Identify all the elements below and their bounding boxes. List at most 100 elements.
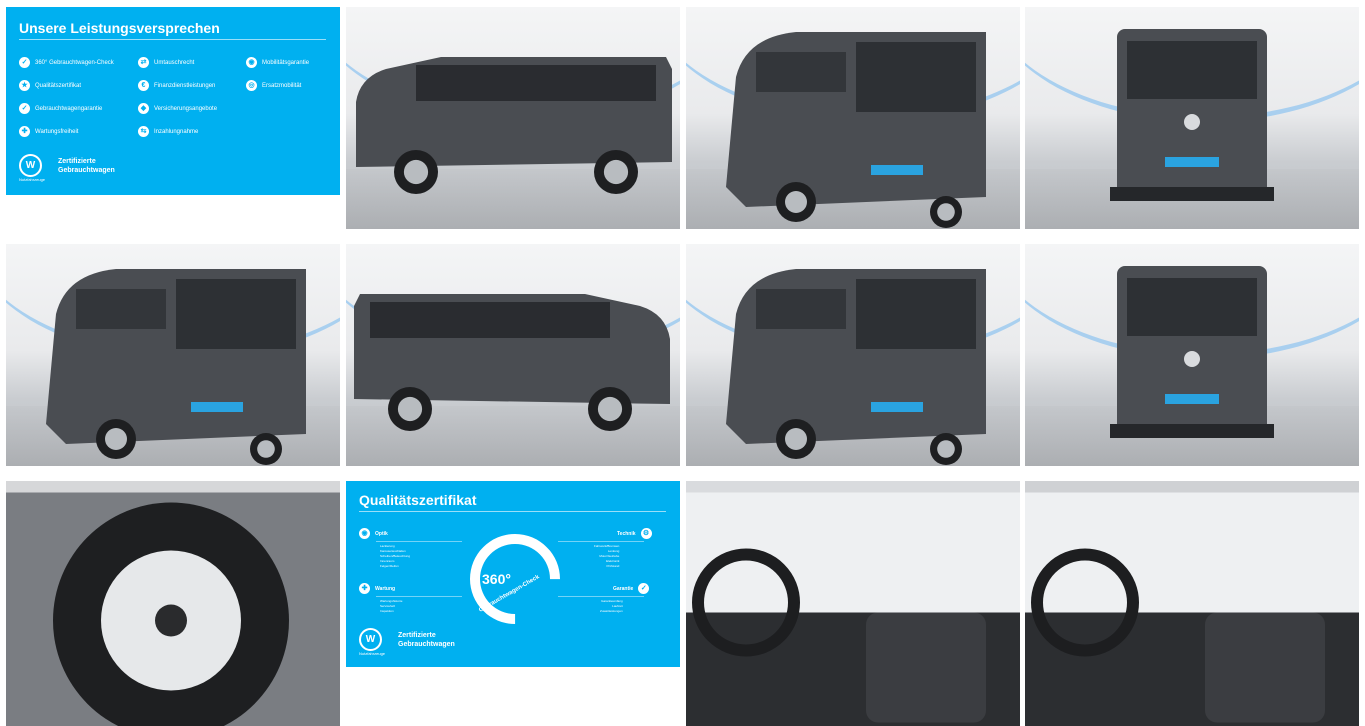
replacement-car-icon: ◎ xyxy=(246,80,257,91)
side-window xyxy=(756,52,846,92)
side-window xyxy=(76,289,166,329)
plate xyxy=(191,402,243,412)
warranty-icon: ✓ xyxy=(19,103,30,114)
section-optik: ◉ Optik xyxy=(359,528,388,539)
rim xyxy=(257,440,275,458)
plate xyxy=(1165,394,1219,404)
maintenance-icon: ✚ xyxy=(19,126,30,137)
certified-badge: Zertifizierte Gebrauchtwagen xyxy=(398,632,455,648)
hub-cap xyxy=(155,604,187,637)
bumper xyxy=(1110,424,1274,438)
feature-finance: € Finanzdienstleistungen xyxy=(138,80,215,91)
feature-certificate: ★ Qualitätszertifikat xyxy=(19,80,81,91)
feature-warranty: ✓ Gebrauchtwagengarantie xyxy=(19,103,102,114)
feature-trade-in: ⇆ Inzahlungnahme xyxy=(138,126,198,137)
photo-rear[interactable] xyxy=(1025,7,1359,229)
promo-certificate-tile[interactable]: Qualitätszertifikat 360° Gebrauchtwagen-… xyxy=(346,481,680,667)
gear-icon: ⚙ xyxy=(640,528,652,539)
van-illustration xyxy=(726,32,986,228)
window xyxy=(856,279,976,349)
rim xyxy=(785,191,807,213)
feature-mobility: ◉ Mobilitätsgarantie xyxy=(246,57,309,68)
vw-logo-block: W Nutzfahrzeuge xyxy=(359,628,385,656)
finance-icon: € xyxy=(138,80,149,91)
certificate-icon: ★ xyxy=(19,80,30,91)
wrench-icon: ✚ xyxy=(359,583,370,594)
360-ring-icon xyxy=(451,515,579,643)
vw-logo-icon: W xyxy=(359,628,382,651)
rim xyxy=(937,203,955,221)
interior-illustration xyxy=(686,492,1020,726)
window xyxy=(176,279,296,349)
window xyxy=(1127,278,1257,336)
rim xyxy=(397,396,423,422)
photo-front-three-quarter[interactable] xyxy=(686,244,1020,466)
photo-rear-three-quarter-left[interactable] xyxy=(686,7,1020,229)
rim xyxy=(785,428,807,450)
insurance-icon: ◆ xyxy=(138,103,149,114)
plate xyxy=(1165,157,1219,167)
van-illustration xyxy=(726,269,986,465)
shield-icon: ✓ xyxy=(638,583,650,594)
section-wartung: ✚ Wartung xyxy=(359,583,395,594)
rim xyxy=(105,428,127,450)
photo-rear-three-quarter-right[interactable] xyxy=(6,244,340,466)
feature-insurance: ◆ Versicherungsangebote xyxy=(138,103,217,114)
bumper xyxy=(1110,187,1274,201)
exchange-icon: ⇄ xyxy=(138,57,149,68)
seat xyxy=(866,612,986,723)
feature-replacement: ◎ Ersatzmobilität xyxy=(246,80,301,91)
side-window xyxy=(756,289,846,329)
feature-360-check: ✓ 360° Gebrauchtwagen-Check xyxy=(19,57,114,68)
360-label: 360° xyxy=(482,571,511,587)
logo-caption: Nutzfahrzeuge xyxy=(19,177,46,182)
promo-title: Unsere Leistungsversprechen xyxy=(19,20,220,36)
photo-side-left[interactable] xyxy=(346,7,680,229)
rim xyxy=(937,440,955,458)
certified-badge: Zertifizierte Gebrauchtwagen xyxy=(58,158,115,174)
promo-title: Qualitätszertifikat xyxy=(359,492,477,508)
list-wartung: Wartungshistorie Serviceheft Inspektion xyxy=(380,599,403,613)
vw-logo-block: W Nutzfahrzeuge xyxy=(19,154,45,182)
window xyxy=(370,302,610,338)
van-illustration xyxy=(1110,29,1274,201)
interior-illustration xyxy=(1025,492,1359,726)
wheel-illustration xyxy=(6,492,340,726)
van-illustration xyxy=(354,294,670,431)
section-garantie: Garantie ✓ xyxy=(613,583,650,594)
section-technik: Technik ⚙ xyxy=(617,528,652,539)
logo-caption: Nutzfahrzeuge xyxy=(359,651,386,656)
photo-wheel[interactable] xyxy=(6,481,340,726)
vw-emblem xyxy=(1184,351,1200,367)
list-technik: Fahrwerk/Bremsen Lenkung Motor/Getriebe Ele… xyxy=(594,544,620,568)
van-illustration xyxy=(356,57,672,194)
rim xyxy=(597,396,623,422)
window xyxy=(856,42,976,112)
photo-side-right[interactable] xyxy=(346,244,680,466)
plate xyxy=(871,165,923,175)
photo-interior-cabin[interactable] xyxy=(1025,481,1359,726)
list-optik: Lackierung Karosserieschäden Scheiben/Bele… xyxy=(380,544,411,568)
window xyxy=(1127,41,1257,99)
promo-services-tile[interactable]: Unsere Leistungsversprechen ✓ 360° Gebrau… xyxy=(6,7,340,195)
plate xyxy=(871,402,923,412)
check-icon: ✓ xyxy=(19,57,30,68)
divider xyxy=(19,39,326,40)
rim xyxy=(603,159,629,185)
list-garantie: Garantieumfang Laufzeit Zusatzleistungen xyxy=(600,599,623,613)
van-illustration xyxy=(1110,266,1274,438)
photo-front[interactable] xyxy=(1025,244,1359,466)
trade-in-icon: ⇆ xyxy=(138,126,149,137)
seat xyxy=(1205,612,1325,723)
rim xyxy=(403,159,429,185)
car-icon: ◉ xyxy=(246,57,257,68)
photo-interior-dashboard[interactable] xyxy=(686,481,1020,726)
window xyxy=(416,65,656,101)
van-illustration xyxy=(46,269,306,465)
feature-exchange: ⇄ Umtauschrecht xyxy=(138,57,194,68)
feature-maintenance: ✚ Wartungsfreiheit xyxy=(19,126,78,137)
vw-logo-icon: W xyxy=(19,154,42,177)
eye-icon: ◉ xyxy=(359,528,370,539)
divider xyxy=(359,511,666,512)
vw-emblem xyxy=(1184,114,1200,130)
